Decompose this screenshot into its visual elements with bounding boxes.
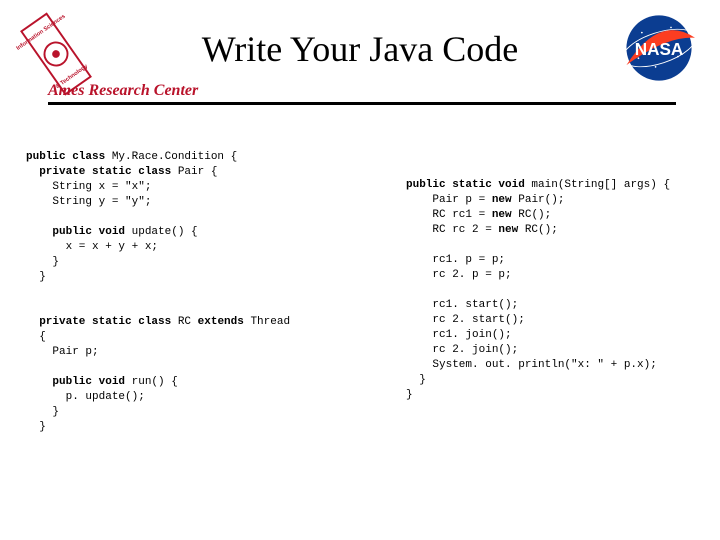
svg-text:NASA: NASA: [635, 39, 684, 59]
ames-subhead: Ames Research Center: [48, 82, 198, 100]
divider: [48, 102, 676, 105]
page-title: Write Your Java Code: [0, 28, 720, 70]
code-left: public class My.Race.Condition { private…: [26, 150, 386, 435]
nasa-logo-icon: NASA: [616, 12, 702, 84]
code-right: public static void main(String[] args) {…: [406, 178, 706, 403]
